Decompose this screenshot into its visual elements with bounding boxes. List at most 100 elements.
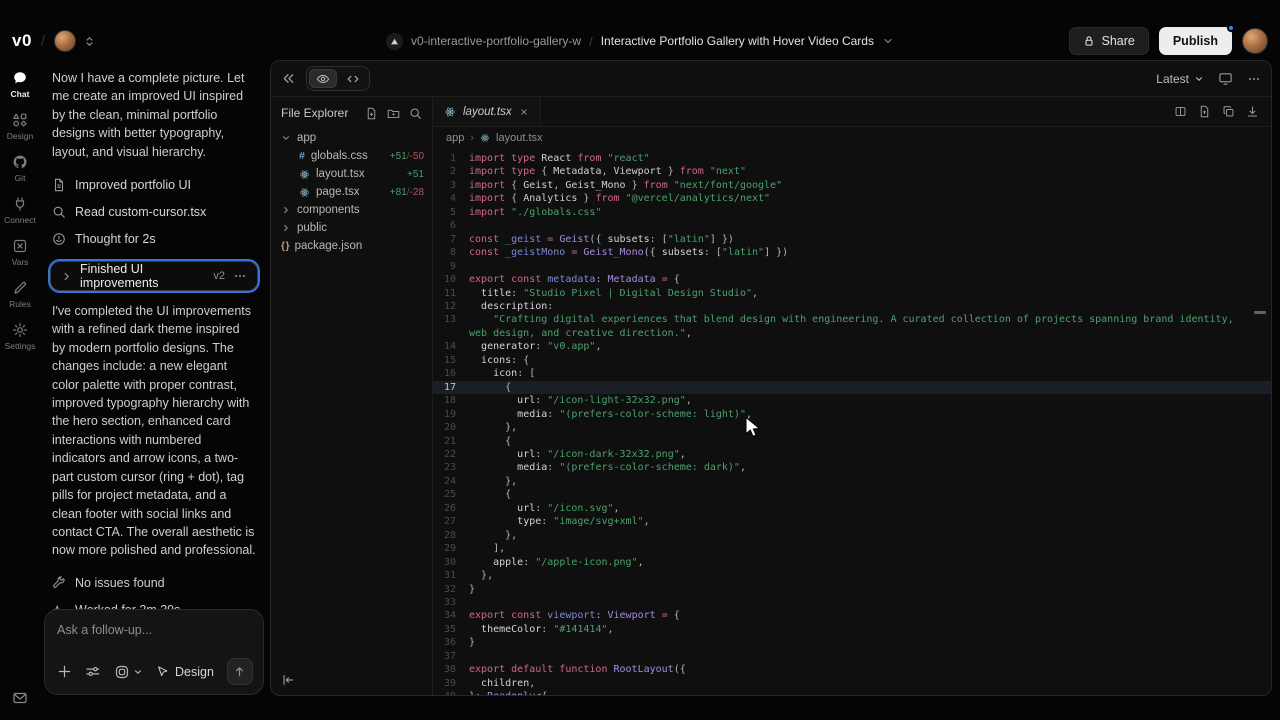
rail-item-connect[interactable]: Connect (4, 196, 36, 225)
collapse-left-icon[interactable] (281, 673, 295, 687)
code-line: 33 (433, 596, 1271, 609)
mail-icon[interactable] (12, 690, 28, 706)
project-name[interactable]: v0-interactive-portfolio-gallery-w (411, 34, 581, 48)
rail-label-settings: Settings (5, 341, 36, 351)
design-mode-chip[interactable]: Design (156, 665, 214, 679)
share-label: Share (1101, 34, 1134, 48)
code-line: 1import type React from "react" (433, 152, 1271, 165)
react-icon (480, 133, 490, 143)
file-tree-item-public[interactable]: public (271, 219, 432, 237)
code-line: 3import { Geist, Geist_Mono } from "next… (433, 179, 1271, 192)
copy-icon[interactable] (1222, 105, 1235, 118)
user-avatar[interactable] (1242, 28, 1268, 54)
device-preview-icon[interactable] (1218, 71, 1233, 86)
file-tree-item-app[interactable]: app (271, 129, 432, 147)
rail-item-chat[interactable]: Chat (11, 70, 30, 99)
code-line: 12 description: (433, 300, 1271, 313)
code-content[interactable]: 1import type React from "react"2import t… (433, 149, 1271, 696)
file-name: page.tsx (316, 186, 359, 198)
team-avatar[interactable] (54, 30, 76, 52)
search-icon[interactable] (409, 107, 422, 120)
split-view-icon[interactable] (1174, 105, 1187, 118)
rail-item-git[interactable]: Git (12, 154, 28, 183)
version-dropdown[interactable]: Latest (1156, 72, 1204, 86)
send-button[interactable] (227, 658, 253, 685)
chat-panel: Now I have a complete picture. Let me cr… (40, 60, 270, 720)
team-switcher-icon[interactable] (83, 35, 96, 48)
v0-logo[interactable]: v0 (12, 31, 32, 51)
code-line: 38export default function RootLayout({ (433, 663, 1271, 676)
action-read-custom-cursor[interactable]: Read custom-cursor.tsx (50, 198, 258, 225)
code-line: 20 }, (433, 421, 1271, 434)
file-type-icon: { } (281, 241, 289, 252)
code-line: 2import type { Metadata, Viewport } from… (433, 165, 1271, 178)
follow-up-input[interactable] (57, 623, 251, 637)
file-tree-item-page-tsx[interactable]: page.tsx+81/-28 (271, 183, 432, 201)
file-tree-item-layout-tsx[interactable]: layout.tsx+51 (271, 165, 432, 183)
code-line: 35 themeColor: "#141414", (433, 623, 1271, 636)
share-button[interactable]: Share (1069, 27, 1148, 55)
settings-sliders-icon[interactable] (85, 664, 101, 679)
file-name: globals.css (311, 150, 368, 162)
action-improved-portfolio-ui[interactable]: Improved portfolio UI (50, 171, 258, 198)
publish-button[interactable]: Publish (1159, 27, 1232, 55)
rail-label-connect: Connect (4, 215, 36, 225)
squircle-icon (114, 664, 130, 680)
collapse-panel-icon[interactable] (281, 71, 296, 86)
add-attachment-icon[interactable] (57, 664, 72, 679)
code-line: 8const _geistMono = Geist_Mono({ subsets… (433, 246, 1271, 259)
scrollbar-mark[interactable] (1254, 311, 1266, 314)
tab-layout-tsx[interactable]: layout.tsx (433, 97, 541, 126)
vercel-triangle-icon[interactable] (386, 33, 403, 50)
more-options-icon[interactable] (233, 269, 247, 283)
file-explorer: File Explorer app#globals.css+51/-50layo… (271, 97, 433, 696)
task-label: Finished UI improvements (80, 262, 205, 290)
breadcrumb-app[interactable]: app (446, 132, 464, 144)
rail-item-rules[interactable]: Rules (9, 280, 31, 309)
chat-title-chevron-icon[interactable] (882, 35, 894, 47)
more-options-icon[interactable] (1247, 72, 1261, 86)
gear-icon (12, 322, 28, 338)
assistant-message: I've completed the UI improvements with … (52, 302, 256, 560)
rail-item-vars[interactable]: Vars (12, 238, 29, 267)
code-line: 15 icons: { (433, 354, 1271, 367)
code-line: 16 icon: [ (433, 367, 1271, 380)
close-tab-icon[interactable] (519, 107, 529, 117)
code-line: 14 generator: "v0.app", (433, 340, 1271, 353)
lock-icon (1083, 35, 1095, 47)
github-icon (12, 154, 28, 170)
file-tree-item-package-json[interactable]: { }package.json (271, 237, 432, 255)
file-tree-item-components[interactable]: components (271, 201, 432, 219)
file-type-icon (281, 133, 291, 143)
file-explorer-title: File Explorer (281, 106, 348, 120)
preview-toggle-eye-icon[interactable] (309, 69, 337, 88)
breadcrumb-file[interactable]: layout.tsx (496, 132, 542, 144)
action-label: Read custom-cursor.tsx (75, 205, 206, 219)
code-line: 18 url: "/icon-light-32x32.png", (433, 394, 1271, 407)
chat-input-box[interactable]: Design (44, 609, 264, 695)
code-line: 27 type: "image/svg+xml", (433, 515, 1271, 528)
model-selector[interactable] (114, 664, 143, 680)
action-thought[interactable]: Thought for 2s (50, 225, 258, 252)
version-label: Latest (1156, 72, 1189, 86)
code-line: 36} (433, 636, 1271, 649)
code-line: 21 { (433, 435, 1271, 448)
design-label: Design (175, 665, 214, 679)
header-divider: / (41, 33, 45, 50)
rail-item-design[interactable]: Design (7, 112, 33, 141)
code-line: 17 { (433, 381, 1271, 394)
chat-title[interactable]: Interactive Portfolio Gallery with Hover… (601, 34, 874, 48)
status-no-issues[interactable]: No issues found (50, 570, 258, 597)
code-line: 5import "./globals.css" (433, 206, 1271, 219)
new-file-icon[interactable] (365, 107, 378, 120)
code-line: 32} (433, 583, 1271, 596)
rail-item-settings[interactable]: Settings (5, 322, 36, 351)
rail-label-git: Git (15, 173, 26, 183)
file-tree-item-globals-css[interactable]: #globals.css+51/-50 (271, 147, 432, 165)
download-icon[interactable] (1246, 105, 1259, 118)
file-export-icon[interactable] (1198, 105, 1211, 118)
file-type-icon (299, 187, 310, 198)
code-toggle-icon[interactable] (339, 69, 367, 88)
task-finished-ui-improvements[interactable]: Finished UI improvements v2 (50, 261, 258, 291)
new-folder-icon[interactable] (387, 107, 400, 120)
